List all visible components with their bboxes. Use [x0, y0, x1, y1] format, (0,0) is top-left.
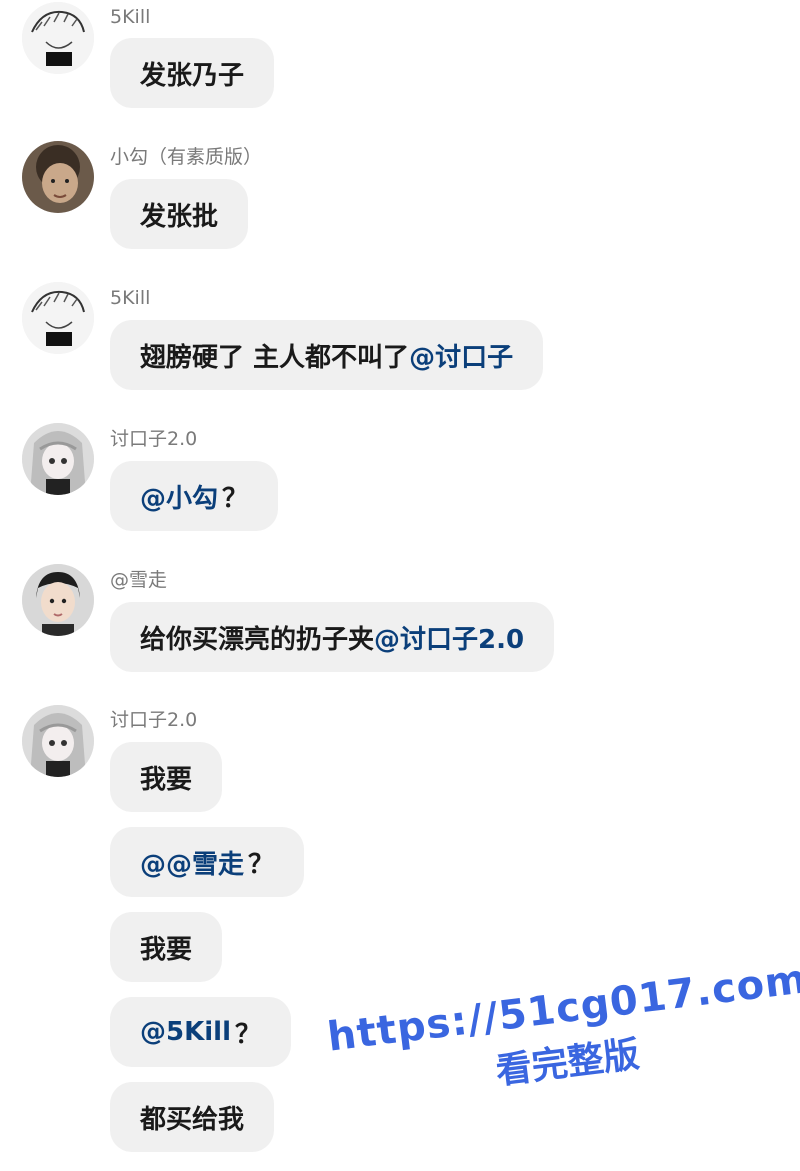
mention-link[interactable]: @讨口子2.0 [374, 619, 524, 656]
avatar-taokouzi[interactable] [22, 423, 94, 495]
message-text: 翅膀硬了 主人都不叫了 [140, 342, 410, 373]
message-author: 讨口子2.0 [110, 709, 198, 731]
mention-link[interactable]: @讨口子 [409, 337, 513, 374]
message-suffix: ？ [234, 1019, 261, 1050]
avatar-xuezou[interactable] [22, 564, 94, 636]
message-author: 讨口子2.0 [110, 428, 198, 450]
message-bubble[interactable]: @5Kill？ [110, 997, 291, 1067]
message-text: 我要 [140, 934, 193, 965]
message-bubble[interactable]: 翅膀硬了 主人都不叫了 @讨口子 [110, 320, 544, 390]
mention-link[interactable]: @5Kill [140, 1017, 231, 1047]
message-bubble[interactable]: @@雪走？ [110, 827, 305, 897]
mention-link[interactable]: @小勾 [140, 478, 218, 515]
message-text: 都买给我 [140, 1104, 245, 1135]
message-suffix: ？ [248, 849, 275, 880]
message-author: 5Kill [110, 287, 151, 309]
avatar-5kill[interactable] [22, 282, 94, 354]
mention-link[interactable]: @@雪走 [140, 844, 244, 881]
message-text: 发张批 [140, 201, 219, 232]
message-author: 小勾（有素质版） [110, 146, 263, 168]
avatar-taokouzi[interactable] [22, 705, 94, 777]
message-bubble[interactable]: 我要 [110, 912, 223, 982]
message-bubble[interactable]: 发张乃子 [110, 38, 275, 108]
message-bubble[interactable]: 都买给我 [110, 1082, 275, 1152]
message-text: 我要 [140, 764, 193, 795]
message-bubble[interactable]: 发张批 [110, 179, 249, 249]
message-author: @雪走 [110, 569, 168, 591]
avatar-5kill[interactable] [22, 2, 94, 74]
message-author: 5Kill [110, 6, 151, 28]
message-text: 给你买漂亮的扔子夹 [140, 624, 375, 655]
message-bubble[interactable]: 我要 [110, 742, 223, 812]
avatar-xiaogou[interactable] [22, 141, 94, 213]
message-text: 发张乃子 [140, 60, 245, 91]
message-suffix: ？ [222, 483, 249, 514]
message-bubble[interactable]: 给你买漂亮的扔子夹 @讨口子2.0 [110, 602, 555, 672]
message-bubble[interactable]: @小勾？ [110, 461, 279, 531]
